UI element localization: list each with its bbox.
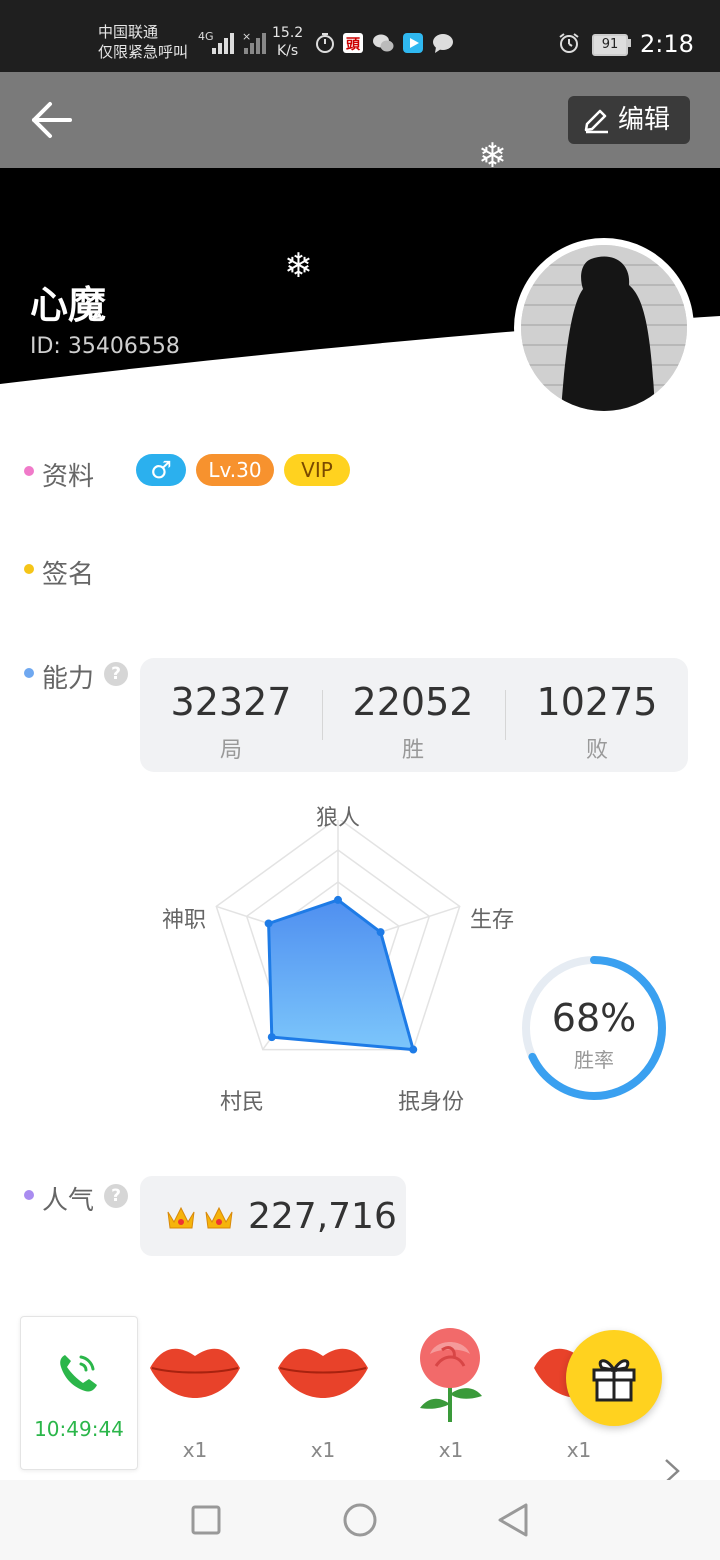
clock: 2:18 <box>640 30 694 58</box>
alarm-icon <box>559 33 579 53</box>
username: 心魔 <box>30 283 107 327</box>
ability-radar-chart <box>215 820 461 1054</box>
wechat-icon <box>373 34 394 52</box>
edit-button[interactable]: 编辑 <box>568 96 690 144</box>
gift-box-icon <box>592 1359 636 1402</box>
emergency-only-text: 仅限紧急呼叫 <box>98 43 189 61</box>
gender-badge: ♂ <box>136 454 186 486</box>
gift-item[interactable]: x1 <box>396 1320 506 1470</box>
stat-games: 32327 局 <box>140 658 322 772</box>
battery-tip <box>628 39 631 47</box>
stat-losses: 10275 败 <box>506 658 688 772</box>
stat-wins: 22052 胜 <box>322 658 504 772</box>
ability-help-icon[interactable]: ? <box>104 662 128 686</box>
home-button[interactable] <box>336 1496 384 1544</box>
ability-label: 能力 <box>42 664 95 694</box>
avatar-image <box>521 245 687 411</box>
system-nav-bar <box>0 1480 720 1560</box>
timer-icon <box>316 33 334 53</box>
stats-card: 32327 局 22052 胜 10275 败 <box>140 658 688 772</box>
network-speed: 15.2 K/s <box>272 25 304 59</box>
back-button[interactable] <box>28 98 76 142</box>
video-app-icon <box>403 33 423 53</box>
radar-point <box>409 1045 418 1054</box>
radar-data-shape <box>267 898 415 1052</box>
call-card[interactable]: 10:49:44 <box>20 1316 138 1470</box>
popularity-value: 227,716 <box>248 1196 397 1237</box>
circle-icon <box>343 1503 377 1537</box>
info-label: 资料 <box>42 462 95 492</box>
lips-icon <box>278 1348 368 1398</box>
arrow-left-icon <box>32 102 72 138</box>
gift-count: x1 <box>566 1438 592 1462</box>
radar-point <box>334 895 342 904</box>
radar-point <box>264 919 273 928</box>
ability-dot <box>24 668 34 678</box>
crown-icon <box>205 1206 233 1229</box>
radar-label-god: 神职 <box>162 908 207 933</box>
gift-count: x1 <box>438 1438 464 1462</box>
signature-label: 签名 <box>42 560 95 590</box>
level-badge: Lv.30 <box>196 454 274 486</box>
crown-icon <box>167 1206 195 1229</box>
message-icon <box>433 34 453 53</box>
triangle-back-icon <box>498 1503 528 1537</box>
edit-label: 编辑 <box>618 105 671 135</box>
rose-icon <box>420 1328 482 1422</box>
send-gift-button[interactable] <box>566 1330 662 1426</box>
phone-call-icon <box>60 1355 97 1392</box>
stat-games-label: 局 <box>219 738 242 763</box>
radar-label-werewolf: 狼人 <box>316 806 361 831</box>
win-rate-label: 胜率 <box>574 1048 614 1072</box>
gift-item[interactable]: x1 <box>268 1320 378 1470</box>
stat-wins-value: 22052 <box>352 680 474 724</box>
popularity-label: 人气 <box>42 1186 95 1216</box>
radar-point <box>376 928 385 937</box>
news-app-icon: 頭 <box>343 33 363 53</box>
call-duration: 10:49:44 <box>34 1417 124 1441</box>
stat-games-value: 32327 <box>170 680 292 724</box>
male-icon: ♂ <box>150 456 172 484</box>
user-id: ID: 35406558 <box>30 334 180 359</box>
stat-losses-value: 10275 <box>536 680 658 724</box>
battery-indicator: 91 <box>592 34 628 56</box>
gift-count: x1 <box>310 1438 336 1462</box>
nav-back-button[interactable] <box>490 1496 538 1544</box>
popularity-help-icon[interactable]: ? <box>104 1184 128 1208</box>
recent-apps-button[interactable] <box>182 1496 230 1544</box>
svg-text:×: × <box>242 30 251 43</box>
gift-count: x1 <box>182 1438 208 1462</box>
stat-wins-label: 胜 <box>401 738 424 763</box>
radar-label-survival: 生存 <box>470 908 515 933</box>
carrier-info: 中国联通 仅限紧急呼叫 <box>98 22 188 62</box>
radar-point <box>267 1033 276 1042</box>
status-bar: 中国联通 仅限紧急呼叫 4G × 15.2 K/s 頭 91 2:18 <box>0 0 720 72</box>
stat-losses-label: 败 <box>585 738 608 763</box>
square-icon <box>191 1505 221 1535</box>
info-dot <box>24 466 34 476</box>
snowflake-icon: ❄ <box>478 136 507 176</box>
signature-dot <box>24 564 34 574</box>
radar-label-identify: 抿身份 <box>398 1090 465 1115</box>
win-rate-value: 68% <box>551 996 637 1040</box>
radar-label-villager: 村民 <box>220 1090 265 1115</box>
vip-badge: VIP <box>284 454 350 486</box>
snowflake-icon: ❄ <box>284 246 313 286</box>
carrier-name: 中国联通 <box>98 23 159 41</box>
pencil-icon <box>584 109 608 134</box>
lips-icon <box>150 1348 240 1398</box>
svg-text:頭: 頭 <box>346 37 361 53</box>
avatar[interactable] <box>514 238 694 418</box>
gift-item[interactable]: x1 <box>140 1320 250 1470</box>
popularity-dot <box>24 1190 34 1200</box>
signal-off-icon: × <box>242 30 266 54</box>
signal-icon <box>212 33 234 54</box>
